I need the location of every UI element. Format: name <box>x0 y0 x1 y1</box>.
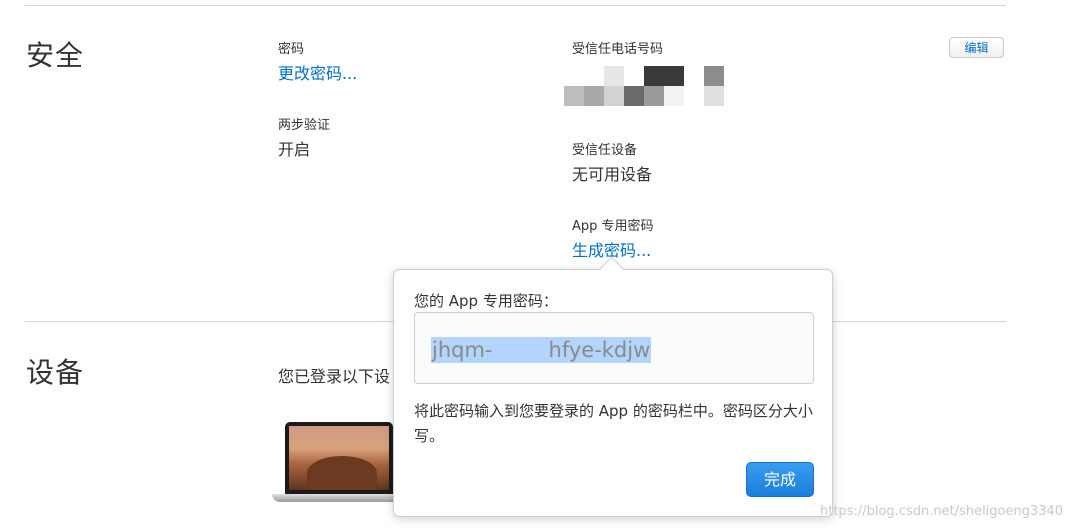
app-password-popover: 您的 App 专用密码： jhqm-hfye-kdjw 将此密码输入到您要登录的… <box>393 269 833 517</box>
trusted-device-label: 受信任设备 <box>572 143 638 158</box>
popover-description: 将此密码输入到您要登录的 App 的密码栏中。密码区分大小写。 <box>414 402 813 445</box>
app-password-label: App 专用密码 <box>572 219 654 234</box>
done-button[interactable]: 完成 <box>746 462 814 497</box>
two-step-value: 开启 <box>278 140 311 159</box>
trusted-device-value: 无可用设备 <box>572 165 653 184</box>
top-divider <box>25 5 1006 6</box>
edit-button[interactable]: 编辑 <box>949 37 1004 58</box>
macbook-laptop-icon[interactable] <box>272 422 400 504</box>
popover-title: 您的 App 专用密码： <box>414 292 558 310</box>
two-step-label: 两步验证 <box>278 118 331 133</box>
change-password-link[interactable]: 更改密码... <box>278 60 357 84</box>
password-label: 密码 <box>278 42 305 57</box>
redacted-phone-number <box>564 66 724 106</box>
laptop-base <box>272 494 400 502</box>
devices-section-title: 设备 <box>26 356 85 389</box>
generated-password-text[interactable]: jhqm-hfye-kdjw <box>431 337 652 363</box>
wallpaper-dune <box>307 456 377 490</box>
trusted-phone-label: 受信任电话号码 <box>572 42 664 57</box>
devices-subtitle: 您已登录以下设 <box>278 367 391 386</box>
laptop-wallpaper <box>289 426 389 490</box>
watermark: https://blog.csdn.net/sheligoeng3340 <box>820 504 1064 519</box>
laptop-screen <box>285 422 393 494</box>
security-section-title: 安全 <box>26 39 85 72</box>
generated-password-field[interactable]: jhqm-hfye-kdjw <box>414 312 814 384</box>
